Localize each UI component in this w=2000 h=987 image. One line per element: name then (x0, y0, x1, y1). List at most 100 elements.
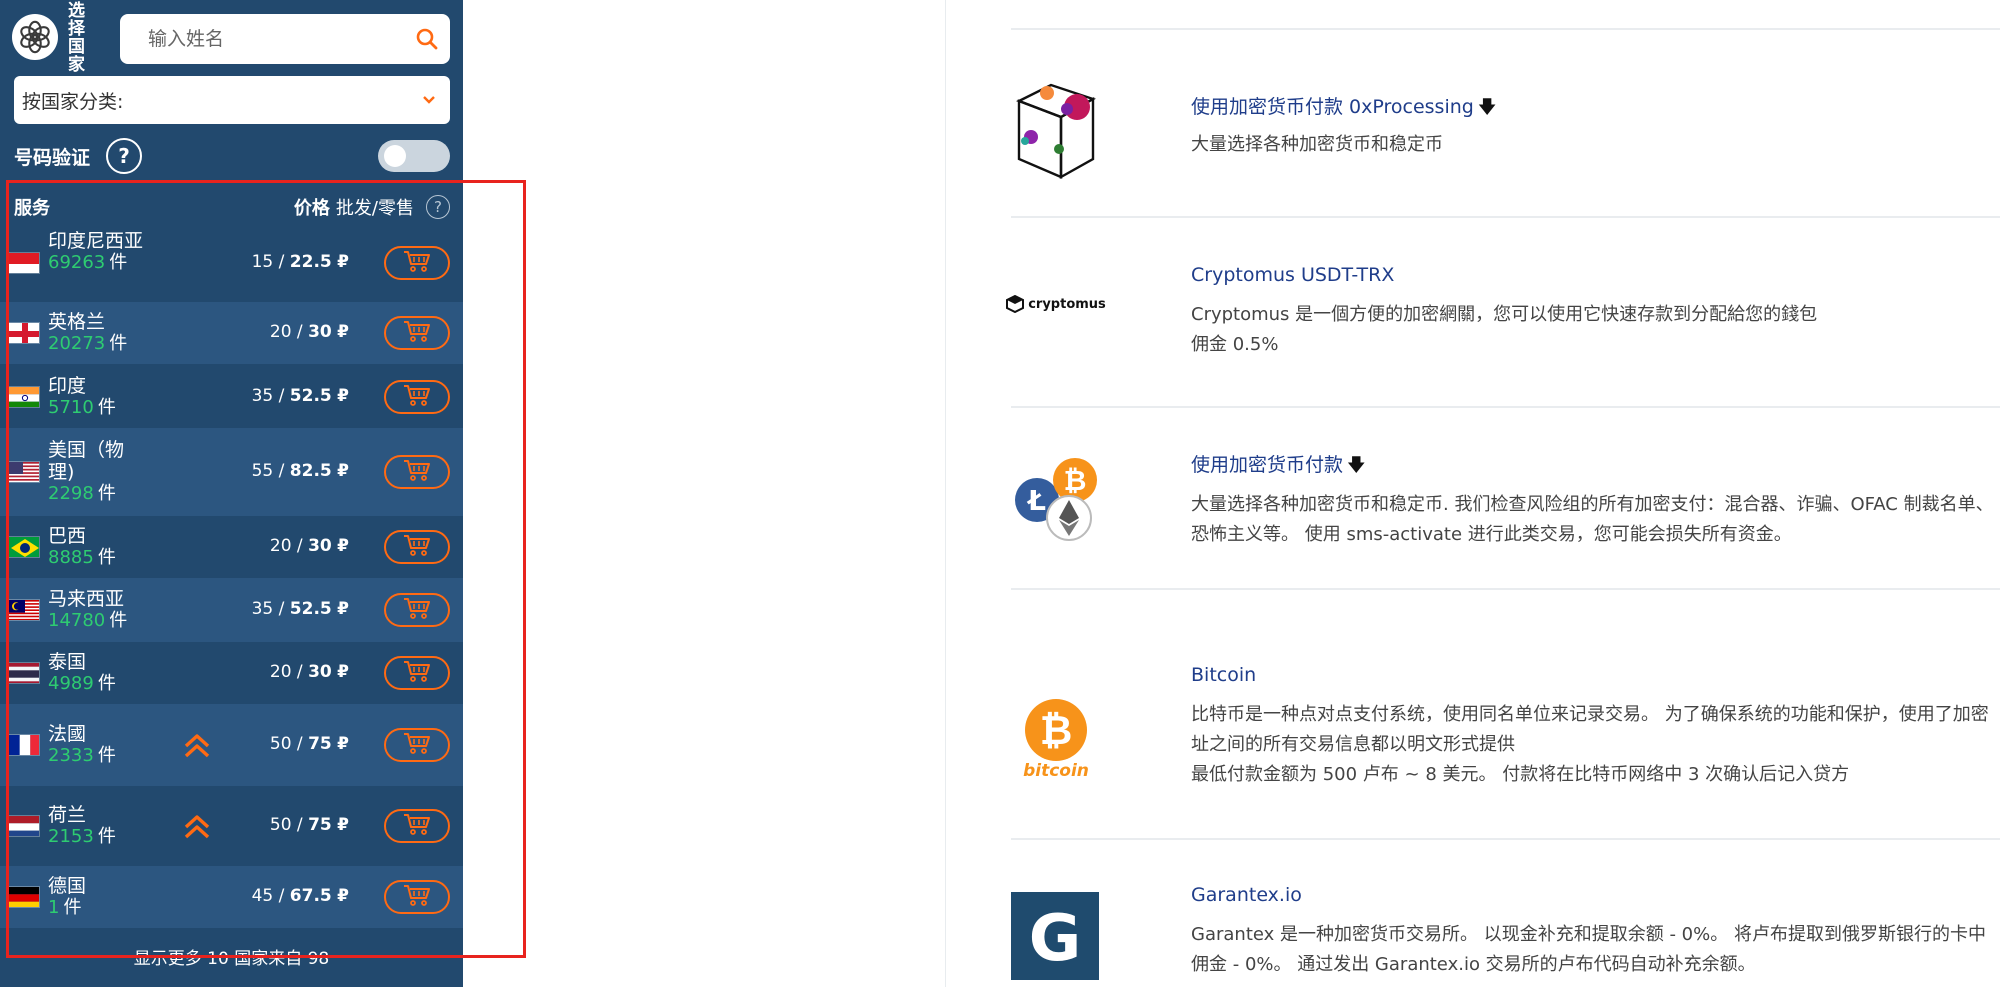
payment-method-description: Garantex 是一种加密货币交易所。 以现金补充和提取余额 - 0%。 将卢… (1191, 924, 1986, 945)
price-wholesale: 20 (269, 322, 292, 342)
price-retail: 30 (308, 536, 332, 556)
buy-cart-button[interactable] (384, 246, 450, 280)
bitcoin-icon: ₿ bitcoin (1011, 694, 1101, 784)
payment-method-description: 址之间的所有交易信息都以明文形式提供 (1191, 734, 1515, 755)
country-name: 荷兰 (48, 804, 87, 826)
stock-number: 2153 (48, 826, 94, 847)
buy-cart-button[interactable] (384, 380, 450, 414)
country-row[interactable]: 巴西 8885 件 20 / 30 ₽ (0, 516, 463, 578)
stock-count: 2153 件 (48, 826, 148, 848)
stock-number: 5710 (48, 397, 94, 418)
stock-number: 8885 (48, 547, 94, 568)
cart-icon (402, 533, 432, 561)
stock-unit: 件 (97, 483, 116, 504)
search-icon[interactable] (404, 16, 450, 62)
verification-toggle[interactable] (378, 140, 450, 172)
payment-method[interactable]: Ł ₿ 使用加密货币付款 🡇 大量选择各种加密货币和稳定币. 我们检查风险组的所有加密支… (1011, 450, 2000, 590)
search-box (120, 14, 450, 64)
payment-method-title[interactable]: Cryptomus USDT-TRX (1191, 264, 1394, 286)
country-row[interactable]: 荷兰 2153 件 50 / 75 ₽ (0, 786, 463, 866)
country-info: 法國 2333 件 (48, 723, 148, 767)
stock-unit: 件 (97, 397, 116, 418)
stock-number: 14780 (48, 610, 106, 631)
buy-cart-button[interactable] (384, 656, 450, 690)
currency-symbol: ₽ (337, 252, 349, 272)
country-row[interactable]: 泰国 4989 件 20 / 30 ₽ (0, 642, 463, 704)
country-search-input[interactable] (120, 14, 404, 64)
buy-cart-button[interactable] (384, 809, 450, 843)
payment-methods-panel: 使用加密货币付款 0xProcessing 🡇 大量选择各种加密货币和稳定币 cryp… (945, 0, 2000, 987)
country-row[interactable]: 英格兰 20273 件 20 / 30 ₽ (0, 302, 463, 364)
price: 55 / 82.5 ₽ (251, 461, 349, 481)
buy-cart-button[interactable] (384, 593, 450, 627)
stock-number: 4989 (48, 673, 94, 694)
cube-icon (1011, 70, 1101, 182)
buy-cart-button[interactable] (384, 316, 450, 350)
buy-cart-button[interactable] (384, 880, 450, 914)
cart-icon (402, 659, 432, 687)
stock-count: 5710 件 (48, 397, 148, 419)
buy-cart-button[interactable] (384, 455, 450, 489)
cryptomus-logo-text: cryptomus (1028, 296, 1106, 312)
cryptomus-logo: cryptomus (1006, 284, 1106, 324)
flag-netherlands-icon (8, 815, 40, 837)
price-wholesale: 35 (251, 599, 274, 619)
choose-country-label: 选择国家 (68, 1, 85, 75)
double-chevron-up-icon (182, 811, 212, 841)
payment-method-title[interactable]: 使用加密货币付款 🡇 (1191, 450, 1366, 483)
price-retail: 75 (308, 734, 332, 754)
stock-count: 20273 件 (48, 333, 148, 355)
price-retail: 75 (308, 815, 332, 835)
country-row[interactable]: 印度尼西亚 69263 件 15 / 22.5 ₽ (0, 226, 463, 300)
payment-method[interactable]: ₿ bitcoin Bitcoin 比特币是一种点对点支付系统，使用同名单位来记录交易… (1011, 660, 2000, 800)
buy-cart-button[interactable] (384, 530, 450, 564)
stock-unit: 件 (109, 333, 128, 354)
flag-brazil-icon (8, 536, 40, 558)
country-name: 美国（物理) (48, 439, 125, 483)
payment-method-title[interactable]: Garantex.io (1191, 884, 1302, 906)
crypto-coins-icon: Ł ₿ (1011, 454, 1101, 544)
header-service: 服务 (14, 198, 50, 219)
stock-count: 4989 件 (48, 673, 148, 695)
country-category-select[interactable]: 按国家分类: (14, 76, 450, 124)
payment-method-description: 佣金 0.5% (1191, 334, 1279, 355)
stock-count: 1件 (48, 897, 148, 919)
bitcoin-logo-text: bitcoin (1023, 761, 1089, 781)
stock-number: 69263 (48, 252, 106, 273)
arrow-down-icon: 🡇 (1347, 455, 1366, 476)
help-icon[interactable]: ? (106, 138, 143, 174)
site-logo[interactable] (12, 14, 58, 60)
price-wholesale: 15 (251, 252, 274, 272)
header-price: 价格 (293, 198, 330, 219)
country-info: 印度 5710 件 (48, 375, 148, 419)
country-row[interactable]: 马来西亚 14780 件 35 / 52.5 ₽ (0, 578, 463, 642)
price: 20 / 30 ₽ (269, 536, 349, 556)
country-name: 法國 (48, 723, 87, 745)
service-table-header: 服务 价格 批发/零售 ? (14, 190, 450, 224)
payment-method-title[interactable]: Bitcoin (1191, 664, 1256, 686)
payment-method[interactable]: 使用加密货币付款 0xProcessing 🡇 大量选择各种加密货币和稳定币 (1011, 70, 2000, 210)
payment-method-description: Cryptomus 是一個方便的加密網關，您可以使用它快速存款到分配給您的錢包 (1191, 304, 1818, 325)
payment-method-description: 比特币是一种点对点支付系统，使用同名单位来记录交易。 为了确保系统的功能和保护，… (1191, 704, 1989, 725)
country-row[interactable]: 美国（物理) 2298 件 55 / 82.5 ₽ (0, 428, 463, 516)
show-more-link[interactable]: 显示更多 10 国家来自 98 (0, 944, 463, 969)
country-name: 印度 (48, 375, 87, 397)
svg-text:₿: ₿ (1064, 464, 1087, 497)
verification-label: 号码验证 (14, 146, 91, 169)
payment-method[interactable]: G Garantex.io Garantex 是一种加密货币交易所。 以现金补充和提… (1011, 880, 2000, 987)
price: 35 / 52.5 ₽ (251, 599, 349, 619)
price-help-icon[interactable]: ? (426, 195, 450, 219)
stock-number: 2298 (48, 483, 94, 504)
stock-number: 1 (48, 897, 60, 918)
country-row[interactable]: 德国 1 件 45 / 67.5 ₽ (0, 866, 463, 928)
price: 50 / 75 ₽ (269, 815, 349, 835)
cart-icon (402, 883, 432, 911)
stock-number: 2333 (48, 745, 94, 766)
flag-malaysia-icon (8, 599, 40, 621)
country-row[interactable]: 法國 2333 件 50 / 75 ₽ (0, 704, 463, 786)
payment-method[interactable]: cryptomus Cryptomus USDT-TRX Cryptomus 是一個… (1006, 260, 2000, 400)
country-row[interactable]: 印度 5710 件 35 / 52.5 ₽ (0, 366, 463, 428)
buy-cart-button[interactable] (384, 728, 450, 762)
payment-method-title[interactable]: 使用加密货币付款 0xProcessing 🡇 (1191, 92, 1496, 125)
flag-indonesia-icon (8, 252, 40, 274)
